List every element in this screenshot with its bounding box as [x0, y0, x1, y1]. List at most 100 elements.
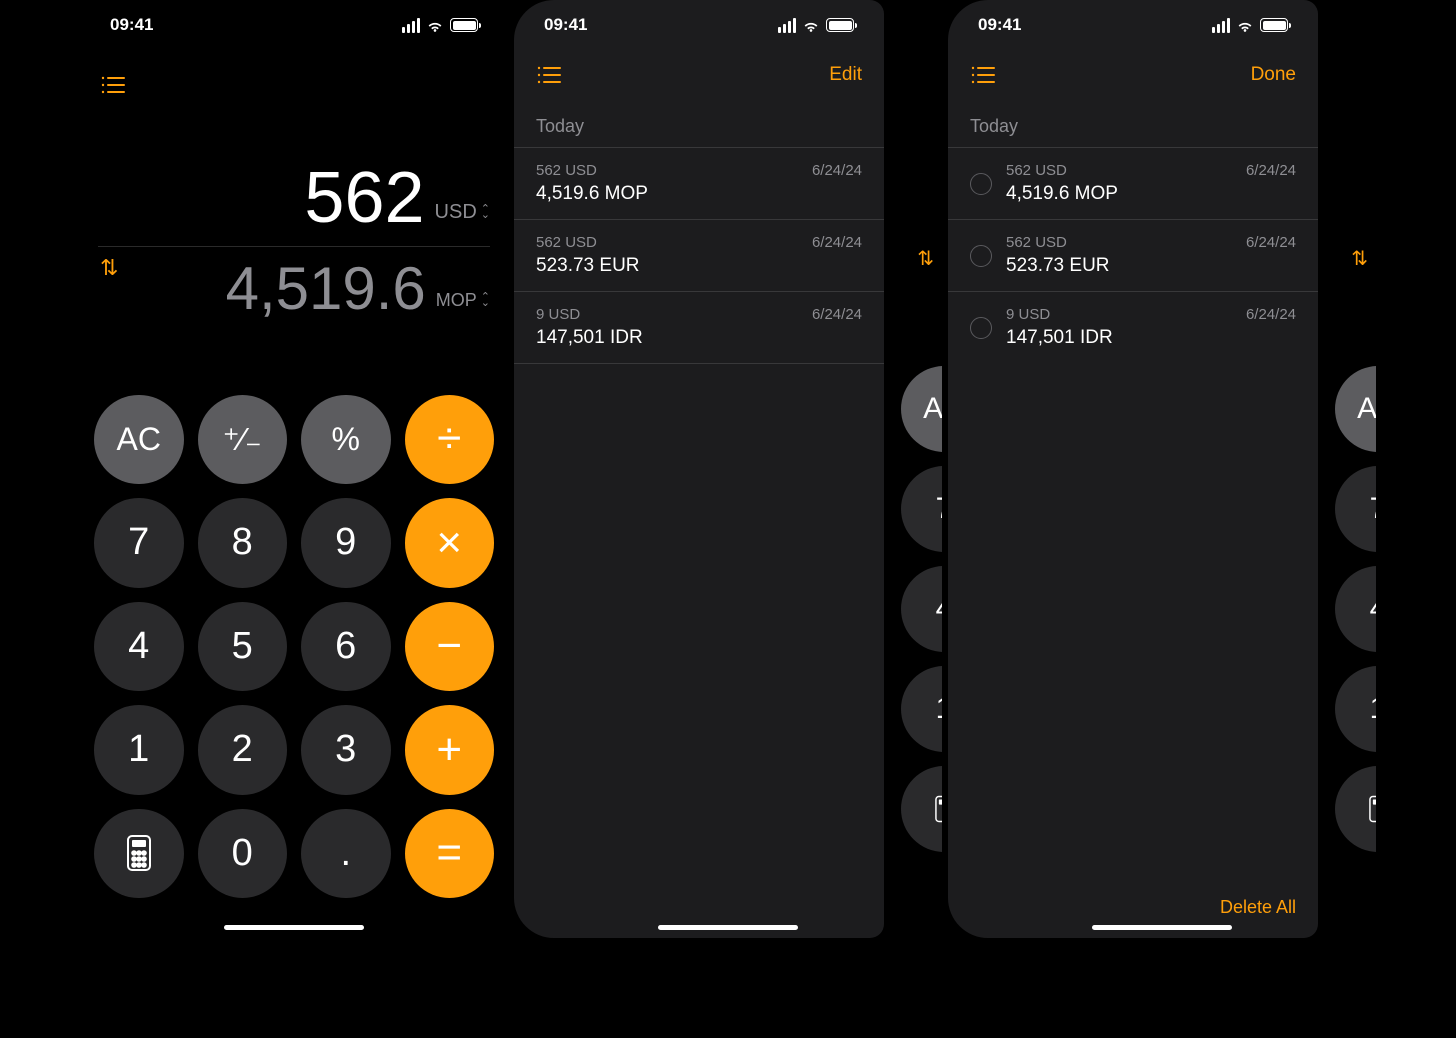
history-list-icon[interactable] [536, 64, 562, 86]
home-indicator[interactable] [224, 925, 364, 930]
history-item-date: 6/24/24 [1246, 162, 1296, 179]
history-item[interactable]: 9 USD 6/24/24 147,501 IDR [948, 291, 1318, 363]
key-1-ghost: 1 [901, 666, 942, 752]
history-item-date: 6/24/24 [812, 234, 862, 251]
history-item[interactable]: 562 USD 6/24/24 4,519.6 MOP [514, 147, 884, 219]
key-plus[interactable]: + [405, 705, 495, 795]
key-7-ghost: 7 [901, 466, 942, 552]
output-value: 4,519.6 [226, 259, 426, 319]
key-4-ghost: 4 [901, 566, 942, 652]
history-section-title: Today [948, 96, 1318, 147]
key-4[interactable]: 4 [94, 602, 184, 692]
calculator-underlay: ⇅ AC 7 4 1 [884, 0, 942, 938]
delete-all-button[interactable]: Delete All [1220, 897, 1296, 917]
chevron-updown-icon: ⌃⌄ [481, 207, 490, 218]
cellular-icon [402, 18, 420, 33]
select-radio[interactable] [970, 245, 992, 267]
status-time: 09:41 [978, 15, 1021, 35]
key-calculator-mode[interactable] [94, 809, 184, 899]
wifi-icon [1236, 18, 1254, 32]
home-indicator[interactable] [658, 925, 798, 930]
history-item-result: 523.73 EUR [1006, 255, 1296, 277]
history-item-result: 4,519.6 MOP [1006, 183, 1296, 205]
history-item[interactable]: 562 USD 6/24/24 4,519.6 MOP [948, 147, 1318, 219]
status-time: 09:41 [544, 15, 587, 35]
select-radio[interactable] [970, 173, 992, 195]
history-item-date: 6/24/24 [812, 162, 862, 179]
output-unit-picker[interactable]: MOP ⌃⌄ [436, 290, 490, 319]
done-button[interactable]: Done [1251, 64, 1296, 86]
calculator-underlay: ⇅ AC 7 4 1 [1318, 0, 1376, 938]
key-dot[interactable]: . [301, 809, 391, 899]
key-calc-ghost [1335, 766, 1376, 852]
phone-history-edit: ⇅ AC 7 4 1 09:41 Done [948, 0, 1376, 938]
key-divide[interactable]: ÷ [405, 395, 495, 485]
key-8[interactable]: 8 [198, 498, 288, 588]
history-item-query: 562 USD [536, 234, 597, 251]
swap-icon[interactable]: ⇅ [100, 255, 118, 281]
history-item[interactable]: 562 USD 6/24/24 523.73 EUR [514, 219, 884, 291]
select-radio[interactable] [970, 317, 992, 339]
key-7[interactable]: 7 [94, 498, 184, 588]
key-sign[interactable]: ⁺∕₋ [198, 395, 288, 485]
key-1-ghost: 1 [1335, 666, 1376, 752]
status-bar: 09:41 [514, 0, 884, 50]
key-equals[interactable]: = [405, 809, 495, 899]
edit-button[interactable]: Edit [829, 64, 862, 86]
history-item-query: 9 USD [1006, 306, 1050, 323]
history-item[interactable]: 562 USD 6/24/24 523.73 EUR [948, 219, 1318, 291]
history-list-icon[interactable] [970, 64, 996, 86]
input-value: 562 [304, 162, 424, 234]
chevron-updown-icon: ⌃⌄ [481, 295, 490, 306]
history-item[interactable]: 9 USD 6/24/24 147,501 IDR [514, 291, 884, 364]
key-ac-ghost: AC [901, 366, 942, 452]
keypad: AC ⁺∕₋ % ÷ 7 8 9 × 4 5 6 − 1 2 3 + 0 . = [94, 395, 494, 899]
key-2[interactable]: 2 [198, 705, 288, 795]
history-item-date: 6/24/24 [1246, 234, 1296, 251]
history-item-query: 562 USD [1006, 234, 1067, 251]
battery-icon [450, 18, 478, 32]
history-item-query: 562 USD [1006, 162, 1067, 179]
history-item-result: 147,501 IDR [1006, 327, 1296, 349]
cellular-icon [1212, 18, 1230, 33]
key-ac-ghost: AC [1335, 366, 1376, 452]
battery-icon [826, 18, 854, 32]
history-list-icon[interactable] [100, 74, 126, 96]
input-unit-picker[interactable]: USD ⌃⌄ [435, 201, 490, 234]
key-5[interactable]: 5 [198, 602, 288, 692]
key-3[interactable]: 3 [301, 705, 391, 795]
key-7-ghost: 7 [1335, 466, 1376, 552]
wifi-icon [426, 18, 444, 32]
history-item-result: 147,501 IDR [536, 327, 862, 349]
key-minus[interactable]: − [405, 602, 495, 692]
history-item-result: 4,519.6 MOP [536, 183, 862, 205]
status-time: 09:41 [110, 15, 153, 35]
history-item-query: 562 USD [536, 162, 597, 179]
key-0[interactable]: 0 [198, 809, 288, 899]
key-9[interactable]: 9 [301, 498, 391, 588]
history-section-title: Today [514, 96, 884, 147]
cellular-icon [778, 18, 796, 33]
key-ac[interactable]: AC [94, 395, 184, 485]
status-bar: 09:41 [80, 0, 508, 50]
key-percent[interactable]: % [301, 395, 391, 485]
swap-icon[interactable]: ⇅ [917, 246, 934, 271]
swap-icon[interactable]: ⇅ [1351, 246, 1368, 271]
key-6[interactable]: 6 [301, 602, 391, 692]
phone-history: ⇅ AC 7 4 1 09:41 Edit [514, 0, 942, 938]
key-calc-ghost [901, 766, 942, 852]
phone-calculator: 09:41 ⇅ 562 [80, 0, 508, 938]
key-1[interactable]: 1 [94, 705, 184, 795]
history-item-query: 9 USD [536, 306, 580, 323]
history-panel-edit: 09:41 Done Today 562 USD [948, 0, 1318, 938]
history-item-result: 523.73 EUR [536, 255, 862, 277]
wifi-icon [802, 18, 820, 32]
key-multiply[interactable]: × [405, 498, 495, 588]
history-panel: 09:41 Edit Today 562 USD 6/24/24 [514, 0, 884, 938]
battery-icon [1260, 18, 1288, 32]
history-item-date: 6/24/24 [812, 306, 862, 323]
key-4-ghost: 4 [1335, 566, 1376, 652]
home-indicator[interactable] [1092, 925, 1232, 930]
history-item-date: 6/24/24 [1246, 306, 1296, 323]
status-bar: 09:41 [948, 0, 1318, 50]
